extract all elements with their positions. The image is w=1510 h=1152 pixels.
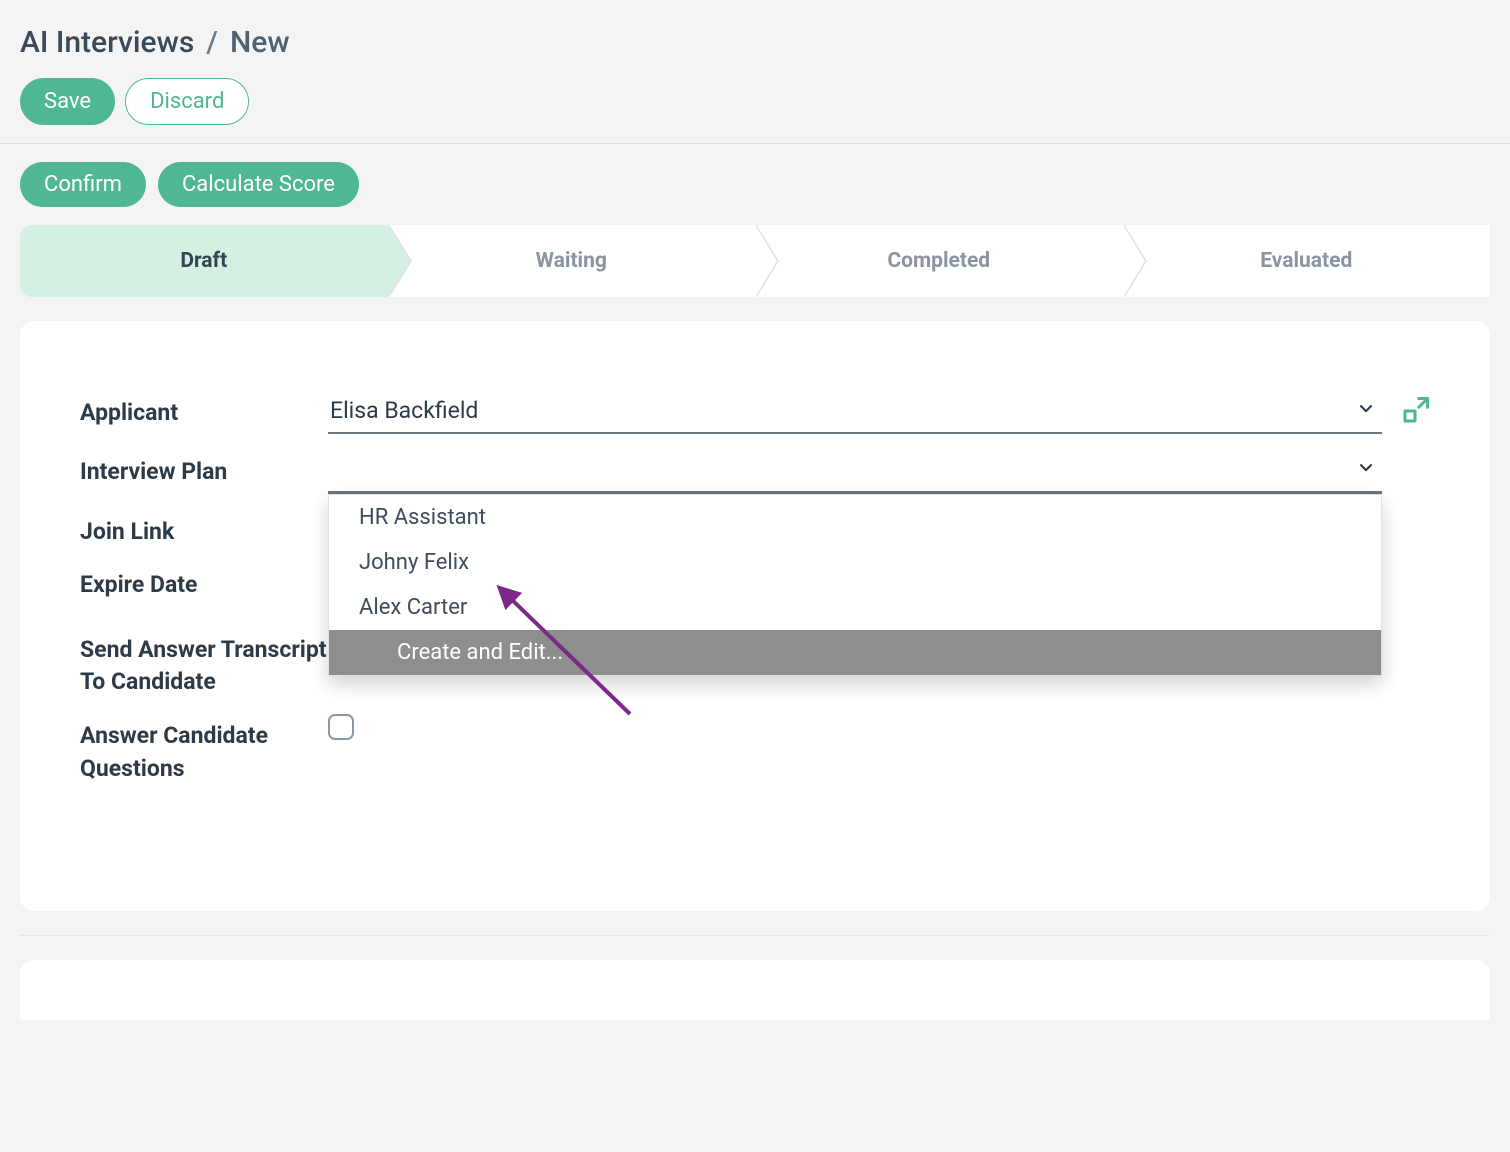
save-discard-row: Save Discard: [20, 78, 1510, 125]
open-external-icon[interactable]: [1400, 396, 1430, 430]
field-interview-plan-wrap: HR AssistantJohny FelixAlex CarterCreate…: [328, 450, 1430, 494]
interview-plan-dropdown: HR AssistantJohny FelixAlex CarterCreate…: [328, 494, 1382, 676]
next-card: [20, 960, 1490, 1020]
save-button[interactable]: Save: [20, 78, 115, 125]
applicant-input[interactable]: [328, 391, 1382, 434]
label-interview-plan: Interview Plan: [80, 450, 328, 487]
status-step-waiting[interactable]: Waiting: [388, 225, 756, 297]
label-answer-questions: Answer Candidate Questions: [80, 714, 328, 784]
form-card: Applicant Interview P: [20, 321, 1490, 911]
breadcrumb-root[interactable]: AI Interviews: [20, 25, 194, 60]
row-interview-plan: Interview Plan HR AssistantJohny FelixAl…: [80, 450, 1430, 494]
answer-questions-checkbox[interactable]: [328, 714, 354, 740]
calculate-score-button[interactable]: Calculate Score: [158, 162, 359, 207]
label-applicant: Applicant: [80, 391, 328, 428]
breadcrumb-separator: /: [206, 25, 218, 60]
status-step-completed[interactable]: Completed: [755, 225, 1123, 297]
confirm-button[interactable]: Confirm: [20, 162, 146, 207]
field-answer-questions-wrap: [328, 714, 1430, 740]
card-divider: [20, 935, 1490, 936]
row-applicant: Applicant: [80, 391, 1430, 434]
dropdown-option[interactable]: HR Assistant: [329, 495, 1381, 540]
applicant-input-container: [328, 391, 1382, 434]
interview-plan-input[interactable]: [328, 450, 1382, 494]
secondary-actions: Confirm Calculate Score: [0, 144, 1510, 225]
status-bar: DraftWaitingCompletedEvaluated: [20, 225, 1490, 297]
row-answer-questions: Answer Candidate Questions: [80, 714, 1430, 784]
label-join-link: Join Link: [80, 510, 328, 547]
breadcrumb-current: New: [230, 25, 290, 60]
status-step-draft[interactable]: Draft: [20, 225, 388, 297]
breadcrumb: AI Interviews / New: [20, 25, 1510, 60]
label-expire-date: Expire Date: [80, 563, 328, 600]
dropdown-option[interactable]: Johny Felix: [329, 540, 1381, 585]
interview-plan-input-container: HR AssistantJohny FelixAlex CarterCreate…: [328, 450, 1382, 494]
status-step-evaluated[interactable]: Evaluated: [1123, 225, 1491, 297]
page-root: AI Interviews / New Save Discard Confirm…: [0, 0, 1510, 1020]
header: AI Interviews / New Save Discard: [0, 0, 1510, 144]
dropdown-create-and-edit[interactable]: Create and Edit...: [329, 630, 1381, 675]
field-applicant-wrap: [328, 391, 1430, 434]
label-send-transcript: Send Answer Transcript To Candidate: [80, 628, 328, 698]
dropdown-option[interactable]: Alex Carter: [329, 585, 1381, 630]
discard-button[interactable]: Discard: [125, 78, 249, 125]
